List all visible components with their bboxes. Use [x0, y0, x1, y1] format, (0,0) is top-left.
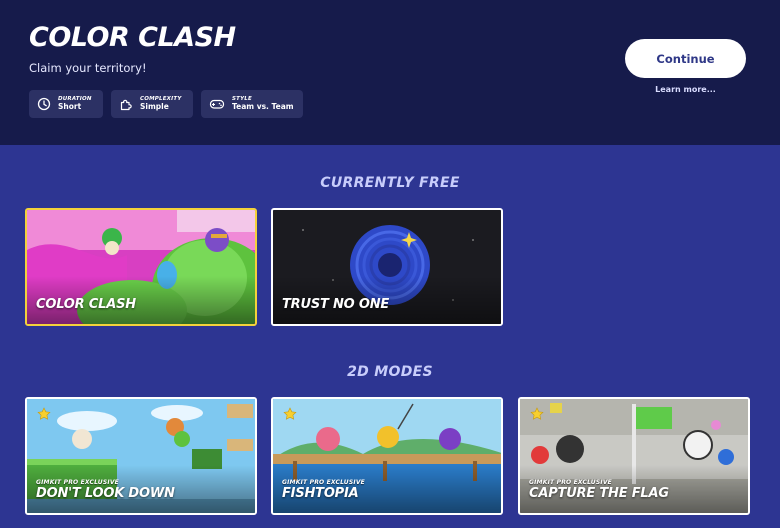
complexity-chip: COMPLEXITY Simple: [111, 90, 193, 118]
section-title-2d-modes: 2D MODES: [347, 364, 433, 380]
card-title: DON'T LOOK DOWN: [36, 486, 175, 501]
duration-value: Short: [58, 101, 82, 111]
style-chip: STYLE Team vs. Team: [201, 90, 303, 118]
game-subtitle: Claim your territory!: [29, 61, 147, 75]
game-card-trust-no-one[interactable]: TRUST NO ONE: [271, 208, 503, 326]
section-title-currently-free: CURRENTLY FREE: [320, 175, 460, 191]
game-card-color-clash[interactable]: COLOR CLASH: [25, 208, 257, 326]
pro-exclusive-tag: GIMKIT PRO EXCLUSIVE: [36, 479, 119, 486]
game-card-capture-the-flag[interactable]: GIMKIT PRO EXCLUSIVE CAPTURE THE FLAG: [518, 397, 750, 515]
clock-icon: [37, 97, 51, 111]
card-title: CAPTURE THE FLAG: [529, 486, 669, 501]
card-title: FISHTOPIA: [282, 486, 359, 501]
complexity-value: Simple: [140, 101, 169, 111]
pro-exclusive-tag: GIMKIT PRO EXCLUSIVE: [529, 479, 612, 486]
puzzle-icon: [119, 97, 133, 111]
duration-chip: DURATION Short: [29, 90, 103, 118]
game-card-fishtopia[interactable]: GIMKIT PRO EXCLUSIVE FISHTOPIA: [271, 397, 503, 515]
card-title: COLOR CLASH: [36, 297, 136, 312]
star-icon: [283, 407, 297, 420]
star-icon: [530, 407, 544, 420]
pro-exclusive-tag: GIMKIT PRO EXCLUSIVE: [282, 479, 365, 486]
learn-more-link[interactable]: Learn more...: [625, 85, 746, 94]
gamepad-icon: [209, 97, 225, 111]
game-card-dont-look-down[interactable]: GIMKIT PRO EXCLUSIVE DON'T LOOK DOWN: [25, 397, 257, 515]
star-icon: [37, 407, 51, 420]
card-title: TRUST NO ONE: [282, 297, 390, 312]
game-info-header: COLOR CLASH Claim your territory! DURATI…: [0, 0, 780, 145]
continue-button[interactable]: Continue: [625, 39, 746, 78]
style-value: Team vs. Team: [232, 101, 294, 111]
game-title: COLOR CLASH: [29, 22, 236, 53]
